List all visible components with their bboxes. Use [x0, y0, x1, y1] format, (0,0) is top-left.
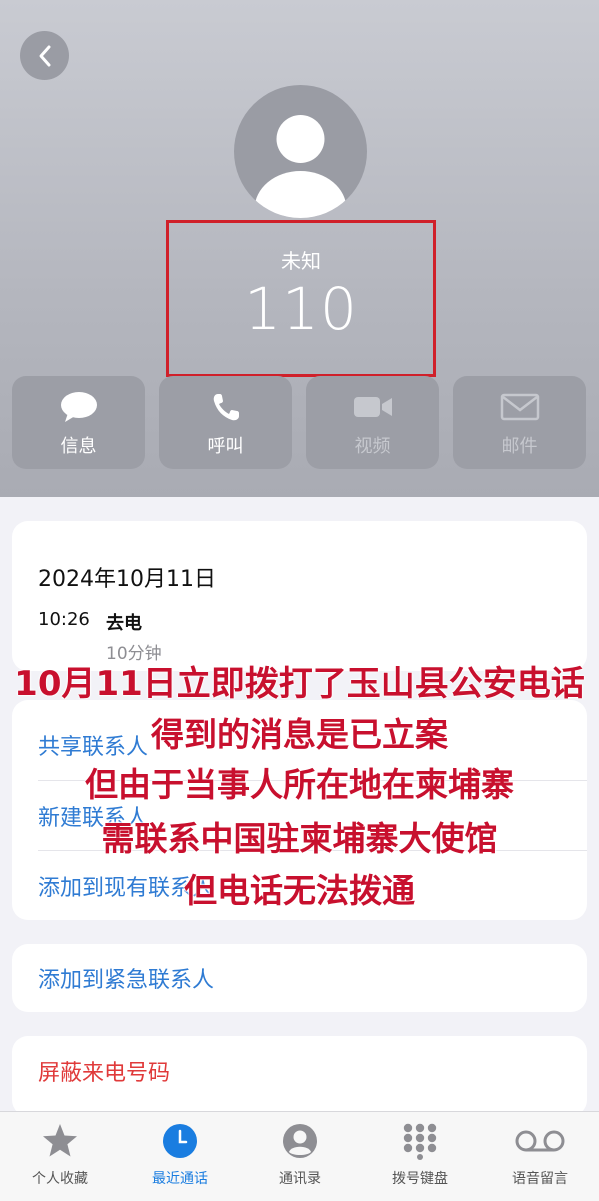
envelope-icon: [500, 393, 539, 421]
call-duration: 10分钟: [106, 644, 162, 664]
keypad-icon: [403, 1123, 437, 1160]
caller-number: 110: [244, 275, 358, 343]
back-button[interactable]: [20, 31, 69, 80]
call-date: 2024年10月11日: [38, 567, 216, 592]
contact-actions-card: 共享联系人 新建联系人 添加到现有联系人: [12, 700, 587, 920]
star-icon: [43, 1124, 77, 1157]
message-bubble-icon: [60, 392, 97, 422]
contact-header: 未知 110 信息 呼叫 视频 邮件: [0, 0, 599, 497]
tab-contacts[interactable]: 通讯录: [240, 1112, 360, 1201]
call-button[interactable]: 呼叫: [159, 376, 292, 469]
message-button[interactable]: 信息: [12, 376, 145, 469]
add-to-existing-contact-button[interactable]: 添加到现有联系人: [38, 850, 587, 920]
message-label: 信息: [60, 436, 97, 457]
call-type: 去电: [106, 613, 142, 634]
avatar: [234, 85, 367, 218]
video-button[interactable]: 视频: [306, 376, 439, 469]
caller-name: 未知: [281, 249, 321, 273]
call-label: 呼叫: [207, 436, 244, 457]
clock-icon: [163, 1124, 197, 1158]
share-contact-button[interactable]: 共享联系人: [38, 710, 587, 780]
mail-label: 邮件: [501, 436, 538, 457]
call-time: 10:26: [38, 609, 90, 630]
phone-icon: [213, 394, 239, 421]
tab-recents-label: 最近通话: [152, 1171, 208, 1187]
tab-voicemail-label: 语音留言: [512, 1171, 568, 1187]
tab-voicemail[interactable]: 语音留言: [480, 1112, 599, 1201]
tab-favorites-label: 个人收藏: [32, 1171, 88, 1187]
emergency-card: 添加到紧急联系人: [12, 944, 587, 1012]
tab-keypad-label: 拨号键盘: [392, 1171, 448, 1187]
person-silhouette-icon: [254, 115, 347, 218]
tab-keypad[interactable]: 拨号键盘: [360, 1112, 480, 1201]
block-caller-button[interactable]: 屏蔽来电号码: [38, 1036, 587, 1106]
highlight-box: 未知 110: [166, 220, 436, 377]
contact-circle-icon: [283, 1124, 317, 1158]
block-card: 屏蔽来电号码: [12, 1036, 587, 1116]
call-log-card: 2024年10月11日 10:26 去电 10分钟: [12, 521, 587, 671]
chevron-left-icon: [39, 45, 50, 66]
mail-button[interactable]: 邮件: [453, 376, 586, 469]
tab-contacts-label: 通讯录: [279, 1171, 321, 1187]
new-contact-button[interactable]: 新建联系人: [38, 780, 587, 850]
tab-recents[interactable]: 最近通话: [120, 1112, 240, 1201]
video-camera-icon: [353, 397, 392, 417]
video-label: 视频: [354, 436, 391, 457]
add-emergency-contact-button[interactable]: 添加到紧急联系人: [38, 944, 587, 1012]
voicemail-icon: [515, 1130, 565, 1152]
tab-bar: 个人收藏 最近通话 通讯录 拨号键盘 语音留言: [0, 1111, 599, 1201]
tab-favorites[interactable]: 个人收藏: [0, 1112, 120, 1201]
